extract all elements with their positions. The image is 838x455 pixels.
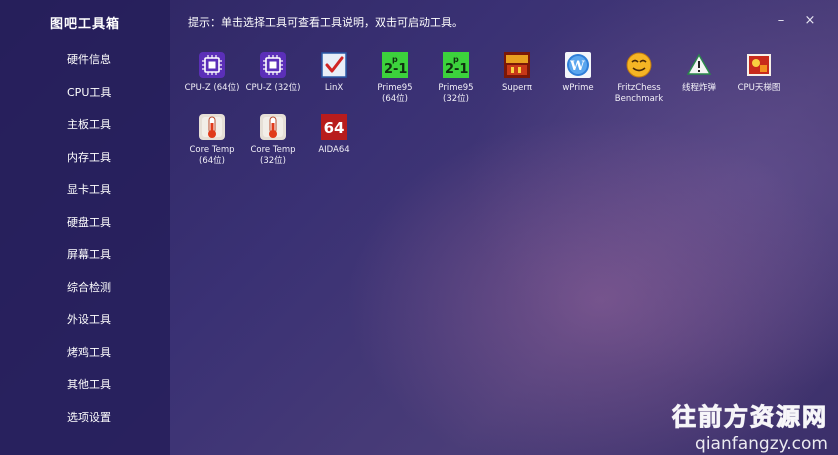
tool-label: AIDA64: [318, 145, 350, 155]
tool-superpi[interactable]: Superπ: [483, 52, 551, 94]
tool-linx[interactable]: LinX: [300, 52, 368, 94]
tool-label: Superπ: [501, 83, 533, 93]
tool-cpu-ladder[interactable]: CPU天梯图: [725, 52, 793, 94]
thermometer-icon: [199, 114, 225, 140]
tool-label: Prime95 (32位): [438, 83, 474, 104]
sidebar-item-cpu-tools[interactable]: CPU工具: [0, 77, 170, 110]
thermometer-icon: [260, 114, 286, 140]
tool-prime95-64[interactable]: 2 p -1 Prime95 (64位): [361, 52, 429, 105]
tool-label: CPU天梯图: [737, 83, 781, 93]
tool-wprime[interactable]: W wPrime: [544, 52, 612, 94]
superpi-icon: [504, 52, 530, 78]
sidebar-nav: 硬件信息 CPU工具 主板工具 内存工具 显卡工具 硬盘工具 屏幕工具 综合检测…: [0, 44, 170, 434]
cpu-chip-icon: [260, 52, 286, 78]
sidebar-item-hardware-info[interactable]: 硬件信息: [0, 44, 170, 77]
sidebar-item-stress-tools[interactable]: 烤鸡工具: [0, 337, 170, 370]
watermark-title: 往前方资源网: [672, 403, 828, 432]
sidebar-item-settings[interactable]: 选项设置: [0, 402, 170, 435]
ladder-chart-icon: [747, 54, 771, 76]
wprime-icon: W: [565, 52, 591, 78]
warning-icon: [686, 53, 712, 75]
tool-label: Core Temp (64位): [189, 145, 235, 166]
sidebar-item-motherboard-tools[interactable]: 主板工具: [0, 109, 170, 142]
watermark-url: qianfangzy.com: [695, 434, 828, 454]
tool-label: CPU-Z (32位): [245, 83, 301, 93]
sidebar-item-gpu-tools[interactable]: 显卡工具: [0, 174, 170, 207]
cpu-chip-icon: [199, 52, 225, 78]
tool-label: 线程炸弹: [681, 83, 716, 93]
app-window: 图吧工具箱 硬件信息 CPU工具 主板工具 内存工具 显卡工具 硬盘工具 屏幕工…: [0, 0, 838, 455]
tool-coretemp-64[interactable]: Core Temp (64位): [178, 114, 246, 167]
prime95-icon: 2 p -1: [382, 52, 408, 78]
sidebar-item-screen-tools[interactable]: 屏幕工具: [0, 239, 170, 272]
tool-label: Prime95 (64位): [377, 83, 413, 104]
tool-prime95-32[interactable]: 2 p -1 Prime95 (32位): [422, 52, 490, 105]
tool-coretemp-32[interactable]: Core Temp (32位): [239, 114, 307, 167]
tool-label: LinX: [324, 83, 344, 93]
prime95-icon: 2 p -1: [443, 52, 469, 78]
sidebar-item-memory-tools[interactable]: 内存工具: [0, 142, 170, 175]
smiley-face-icon: [626, 52, 652, 78]
sidebar: 图吧工具箱 硬件信息 CPU工具 主板工具 内存工具 显卡工具 硬盘工具 屏幕工…: [0, 0, 170, 455]
tool-cpuz-64[interactable]: CPU-Z (64位): [178, 52, 246, 94]
svg-text:2: 2: [384, 62, 393, 77]
tool-thread-bomb[interactable]: 线程炸弹: [665, 52, 733, 94]
svg-text:-1: -1: [393, 62, 407, 77]
tool-label: FritzChess Benchmark: [614, 83, 664, 104]
tool-fritzchess[interactable]: FritzChess Benchmark: [605, 52, 673, 105]
sidebar-item-disk-tools[interactable]: 硬盘工具: [0, 207, 170, 240]
tool-aida64[interactable]: 64 AIDA64: [300, 114, 368, 156]
app-title: 图吧工具箱: [49, 17, 120, 32]
hint-text: 提示：单击选择工具可查看工具说明，双击可启动工具。: [188, 16, 463, 29]
checkbox-icon: [321, 52, 347, 78]
aida64-icon: 64: [321, 114, 347, 140]
sidebar-item-peripheral-tools[interactable]: 外设工具: [0, 304, 170, 337]
tool-label: CPU-Z (64位): [184, 83, 240, 93]
svg-text:W: W: [569, 59, 585, 74]
svg-text:-1: -1: [454, 62, 468, 77]
sidebar-item-other-tools[interactable]: 其他工具: [0, 369, 170, 402]
tool-cpuz-32[interactable]: CPU-Z (32位): [239, 52, 307, 94]
watermark: 往前方资源网 qianfangzy.com: [672, 397, 829, 455]
sidebar-item-overall-test[interactable]: 综合检测: [0, 272, 170, 305]
tool-label: wPrime: [562, 83, 594, 93]
aida64-icon-text: 64: [324, 119, 345, 137]
minimize-button[interactable]: –: [771, 11, 791, 31]
close-button[interactable]: ×: [800, 11, 820, 31]
tool-label: Core Temp (32位): [250, 145, 296, 166]
svg-text:2: 2: [445, 62, 454, 77]
